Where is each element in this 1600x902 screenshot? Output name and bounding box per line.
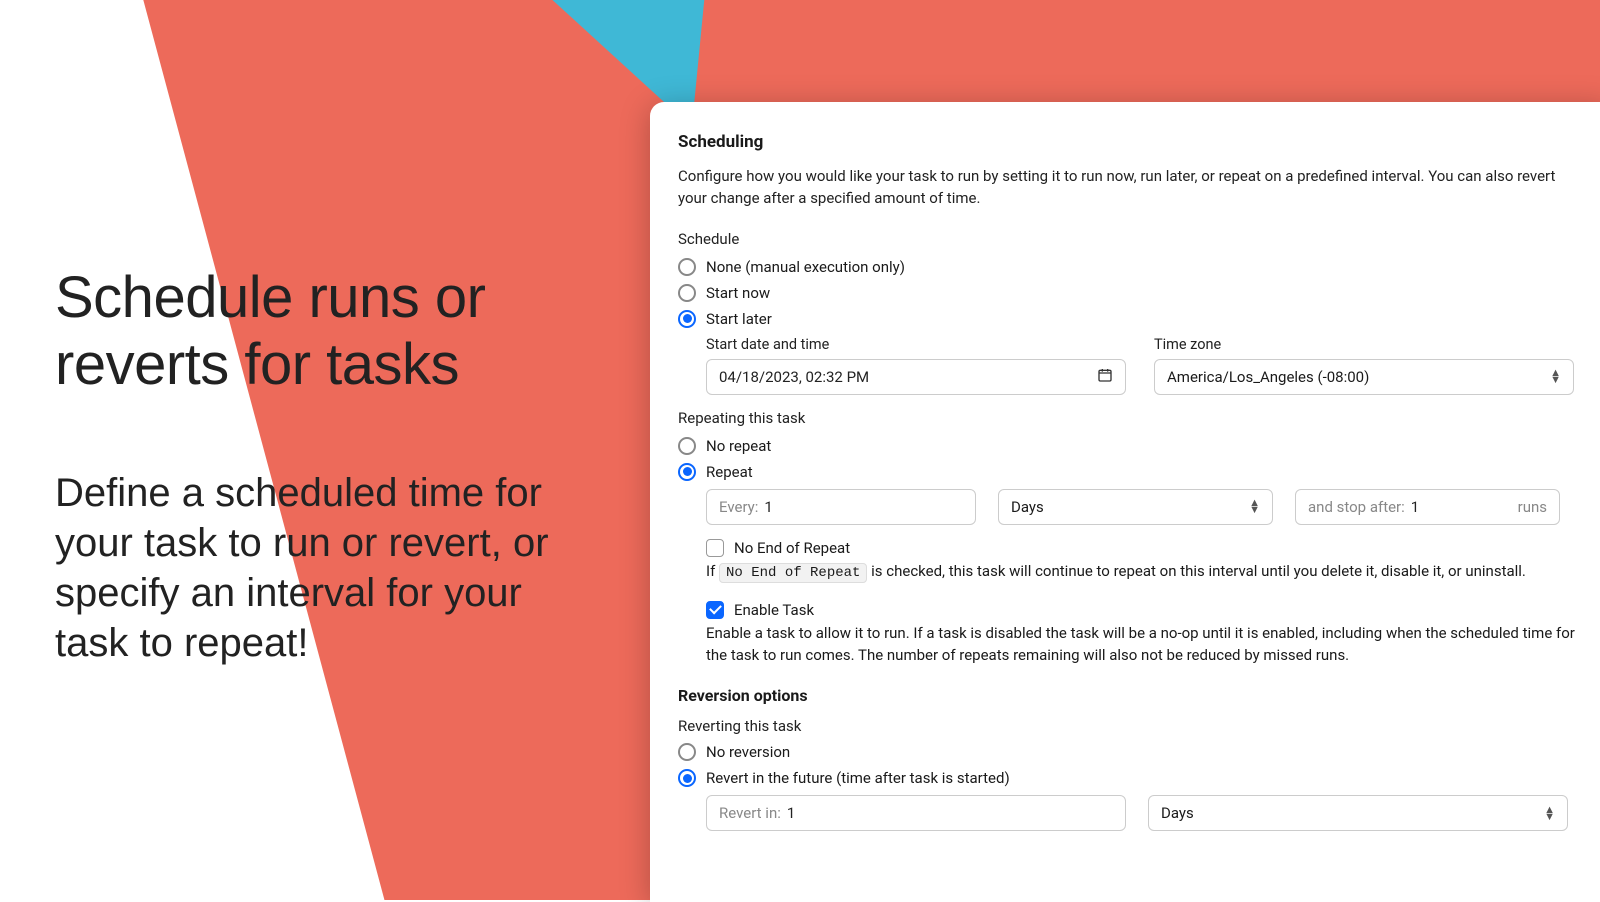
chevron-updown-icon: ▲▼ [1249, 500, 1260, 513]
timezone-label: Time zone [1154, 336, 1582, 353]
calendar-icon [1097, 367, 1113, 387]
checkbox-icon [706, 601, 724, 619]
radio-label: No reversion [706, 743, 790, 761]
revert-in-prefix: Revert in: [719, 804, 781, 822]
repeat-stop-after-input[interactable]: and stop after: 1 runs [1295, 489, 1560, 525]
repeat-option-repeat[interactable]: Repeat [678, 463, 1582, 481]
revert-in-input[interactable]: Revert in: 1 [706, 795, 1126, 831]
repeat-option-no-repeat[interactable]: No repeat [678, 437, 1582, 455]
radio-label: Repeat [706, 463, 753, 481]
panel-title: Scheduling [678, 132, 1582, 152]
chevron-updown-icon: ▲▼ [1544, 807, 1555, 820]
repeat-every-input[interactable]: Every: 1 [706, 489, 976, 525]
schedule-section-label: Schedule [678, 230, 1582, 248]
repeat-section-label: Repeating this task [678, 409, 1582, 427]
radio-icon [678, 463, 696, 481]
reversion-option-none[interactable]: No reversion [678, 743, 1582, 761]
revert-in-value: 1 [787, 804, 795, 822]
repeat-unit-value: Days [1011, 498, 1044, 516]
no-end-hint: If No End of Repeat is checked, this tas… [706, 561, 1582, 583]
timezone-select[interactable]: America/Los_Angeles (-08:00) ▲▼ [1154, 359, 1574, 395]
radio-icon [678, 258, 696, 276]
checkbox-icon [706, 539, 724, 557]
checkbox-label: No End of Repeat [734, 539, 850, 557]
radio-label: Start now [706, 284, 770, 302]
enable-task-hint: Enable a task to allow it to run. If a t… [706, 623, 1582, 667]
start-datetime-value: 04/18/2023, 02:32 PM [719, 368, 869, 386]
radio-label: None (manual execution only) [706, 258, 905, 276]
revert-unit-select[interactable]: Days ▲▼ [1148, 795, 1568, 831]
panel-description: Configure how you would like your task t… [678, 166, 1582, 210]
no-end-of-repeat-checkbox[interactable]: No End of Repeat [706, 539, 1582, 557]
checkbox-label: Enable Task [734, 601, 814, 619]
stop-after-prefix: and stop after: [1308, 498, 1405, 516]
repeat-every-prefix: Every: [719, 498, 758, 516]
hero-body: Define a scheduled time for your task to… [55, 468, 575, 668]
radio-label: No repeat [706, 437, 771, 455]
start-datetime-input[interactable]: 04/18/2023, 02:32 PM [706, 359, 1126, 395]
reversion-title: Reversion options [678, 686, 1582, 705]
radio-icon [678, 310, 696, 328]
radio-label: Start later [706, 310, 772, 328]
radio-label: Revert in the future (time after task is… [706, 769, 1010, 787]
stop-after-value: 1 [1411, 498, 1419, 516]
radio-icon [678, 284, 696, 302]
scheduling-panel: Scheduling Configure how you would like … [650, 102, 1600, 902]
revert-unit-value: Days [1161, 804, 1194, 822]
enable-task-checkbox[interactable]: Enable Task [706, 601, 1582, 619]
schedule-option-start-later[interactable]: Start later [678, 310, 1582, 328]
radio-icon [678, 769, 696, 787]
chevron-updown-icon: ▲▼ [1550, 370, 1561, 383]
stop-after-suffix: runs [1518, 498, 1547, 516]
repeat-unit-select[interactable]: Days ▲▼ [998, 489, 1273, 525]
radio-icon [678, 437, 696, 455]
reversion-section-label: Reverting this task [678, 717, 1582, 735]
no-end-hint-code: No End of Repeat [719, 563, 867, 583]
reversion-option-future[interactable]: Revert in the future (time after task is… [678, 769, 1582, 787]
repeat-every-value: 1 [764, 498, 772, 516]
schedule-option-start-now[interactable]: Start now [678, 284, 1582, 302]
hero-text-block: Schedule runs or reverts for tasks Defin… [55, 265, 575, 668]
hero-heading: Schedule runs or reverts for tasks [55, 265, 575, 398]
timezone-value: America/Los_Angeles (-08:00) [1167, 368, 1369, 386]
schedule-option-none[interactable]: None (manual execution only) [678, 258, 1582, 276]
radio-icon [678, 743, 696, 761]
start-datetime-label: Start date and time [706, 336, 1134, 353]
